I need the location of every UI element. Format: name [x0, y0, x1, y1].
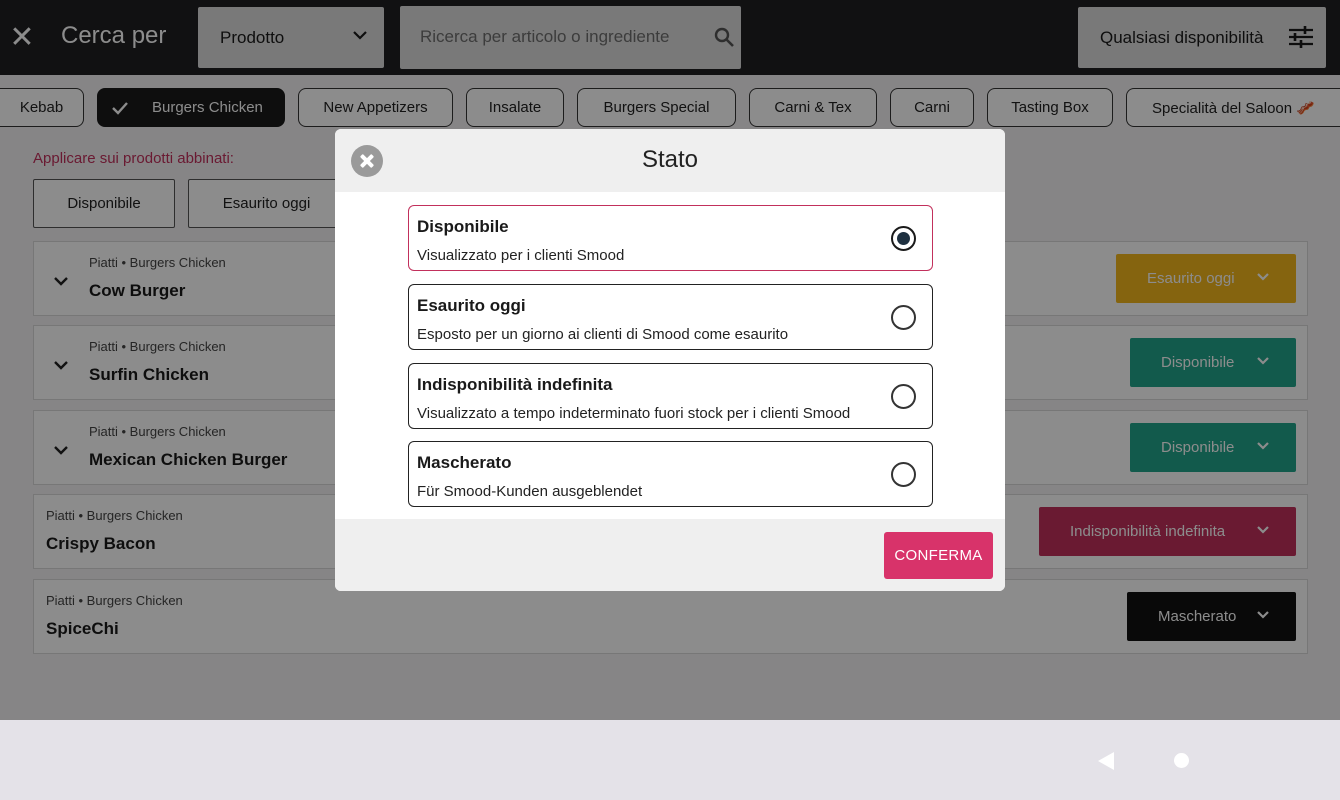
radio-selected[interactable]: [891, 226, 916, 251]
option-title: Esaurito oggi: [417, 296, 526, 315]
option-title: Indisponibilità indefinita: [417, 375, 613, 394]
confirm-button[interactable]: CONFERMA: [884, 532, 993, 579]
option-description: Visualizzato per i clienti Smood: [417, 247, 625, 264]
home-icon[interactable]: [1174, 753, 1189, 768]
status-option-hidden[interactable]: Mascherato Für Smood-Kunden ausgeblendet: [408, 441, 933, 507]
system-nav-bar: [0, 720, 1340, 800]
modal-title: Stato: [641, 146, 699, 173]
radio[interactable]: [891, 305, 916, 330]
option-description: Visualizzato a tempo indeterminato fuori…: [417, 405, 851, 422]
status-modal: Stato Disponibile Visualizzato per i cli…: [335, 129, 1005, 591]
option-title: Disponibile: [417, 217, 509, 236]
back-icon[interactable]: [1098, 752, 1114, 770]
status-option-indefinite[interactable]: Indisponibilità indefinita Visualizzato …: [408, 363, 933, 429]
modal-footer: CONFERMA: [335, 519, 1005, 591]
option-title: Mascherato: [417, 453, 512, 472]
radio[interactable]: [891, 462, 916, 487]
modal-header: Stato: [335, 129, 1005, 192]
status-option-available[interactable]: Disponibile Visualizzato per i clienti S…: [408, 205, 933, 271]
status-option-sold-out-today[interactable]: Esaurito oggi Esposto per un giorno ai c…: [408, 284, 933, 350]
radio[interactable]: [891, 384, 916, 409]
option-description: Esposto per un giorno ai clienti di Smoo…: [417, 326, 789, 343]
option-description: Für Smood-Kunden ausgeblendet: [417, 483, 643, 500]
